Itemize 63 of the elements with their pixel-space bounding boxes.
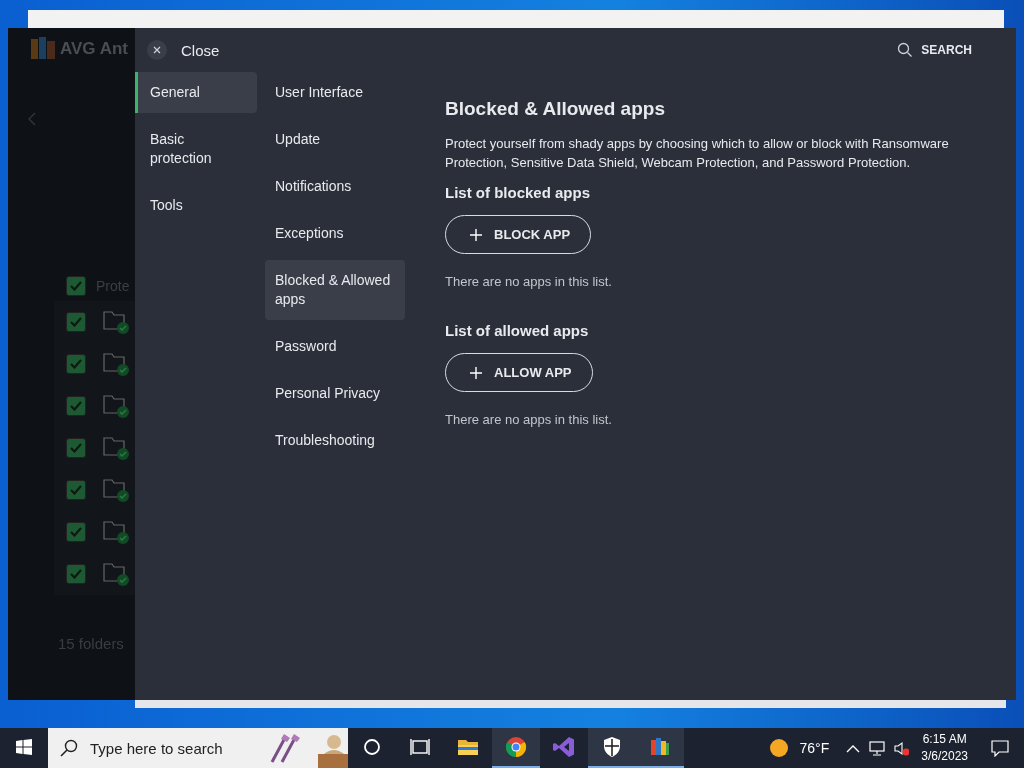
subcategory-item[interactable]: Exceptions [265, 213, 405, 254]
check-icon [70, 527, 82, 537]
subcategory-item[interactable]: Troubleshooting [265, 420, 405, 461]
taskbar-app[interactable] [588, 728, 636, 768]
folder-check-icon [102, 434, 132, 462]
search-bar[interactable]: Type here to search [48, 728, 348, 768]
plus-icon [470, 366, 482, 379]
close-button[interactable]: Close [147, 40, 220, 60]
empty-message: There are no apps in this list. [445, 412, 613, 427]
check-icon [70, 485, 82, 495]
subcategory-item[interactable]: Personal Privacy [265, 373, 405, 414]
checkbox[interactable] [66, 564, 86, 584]
check-icon [70, 401, 82, 411]
weather-button[interactable]: 76°F [757, 728, 842, 768]
search-icon [897, 42, 914, 58]
chat-icon [991, 739, 1009, 757]
checkbox[interactable] [66, 396, 86, 416]
windows-icon [16, 739, 32, 755]
app-title: AVG Ant [60, 39, 128, 59]
subcategory-item[interactable]: Blocked & Allowed apps [265, 260, 405, 320]
folder-check-icon [102, 392, 132, 420]
folder-check-icon [102, 308, 132, 336]
empty-message: There are no apps in this list. [445, 274, 613, 289]
sun-icon [769, 739, 788, 757]
check-icon [70, 359, 82, 369]
browser-icon [504, 735, 528, 759]
checkbox[interactable] [66, 354, 86, 374]
plus-icon [470, 228, 482, 241]
page-title: Blocked & Allowed apps [445, 98, 666, 120]
scrollbar[interactable] [135, 700, 1006, 708]
logo-icon [30, 36, 56, 62]
check-icon [70, 317, 82, 327]
checkbox[interactable] [66, 438, 86, 458]
search-button[interactable]: SEARCH [897, 42, 972, 58]
check-icon [70, 443, 82, 453]
subcategory-item[interactable]: Notifications [265, 166, 405, 207]
category-item[interactable]: Tools [135, 185, 257, 226]
checkbox[interactable] [66, 480, 86, 500]
search-field[interactable]: Type here to search [88, 738, 258, 758]
check-icon [70, 569, 82, 579]
speaker-muted-icon [893, 740, 910, 756]
section-heading: List of blocked apps [445, 184, 592, 201]
subcategory-item[interactable]: User Interface [265, 72, 405, 113]
check-icon [70, 281, 82, 291]
description: Protect yourself from shady apps by choosing which to allow or block with Ransomware Protection, Sensitive Data Shield, Webcam Protection, and Password Protection. [445, 135, 950, 172]
checkbox[interactable] [66, 276, 86, 296]
taskbar-app[interactable] [492, 728, 540, 768]
checkbox[interactable] [66, 522, 86, 542]
folder-check-icon [102, 476, 132, 504]
subcategory-item[interactable]: Update [265, 119, 405, 160]
subcategory-item[interactable]: Password [265, 326, 405, 367]
taskbar-app[interactable] [636, 728, 684, 768]
category-item[interactable]: General [135, 72, 257, 113]
network-icon [869, 740, 886, 756]
search-icon [60, 739, 78, 757]
clock[interactable]: 6:15 AM 3/6/2023 [913, 728, 976, 768]
folder-check-icon [102, 518, 132, 546]
category-item[interactable]: Basic protection [135, 119, 257, 179]
section-heading: List of allowed apps [445, 322, 590, 339]
checkbox[interactable] [66, 312, 86, 332]
folder-check-icon [102, 350, 132, 378]
close-icon [147, 40, 167, 60]
folder-check-icon [102, 560, 132, 588]
